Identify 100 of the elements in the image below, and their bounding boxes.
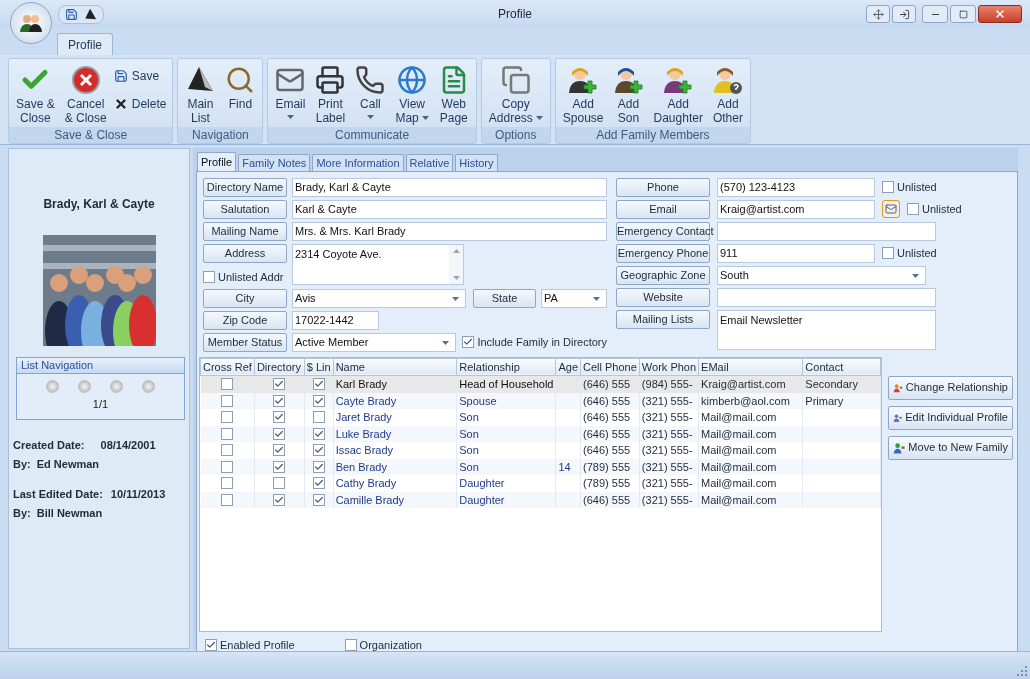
ribbon-button[interactable]: Call xyxy=(350,59,391,127)
ribbon-button[interactable]: Save & Close xyxy=(11,59,60,127)
combo-field[interactable]: Avis xyxy=(292,288,466,308)
table-row[interactable]: Jaret Brady Son (646) 555 (321) 555- Mail@mail.com xyxy=(200,409,881,426)
ribbon-button[interactable]: Add Spouse xyxy=(557,59,609,127)
checkbox[interactable] xyxy=(312,378,325,391)
table-row[interactable]: Cathy Brady Daughter (789) 555 (321) 555- Mail@mail.com xyxy=(200,475,881,492)
field-label-button[interactable]: State xyxy=(473,288,536,308)
field-label-button[interactable]: Address xyxy=(203,244,287,263)
combo-field[interactable]: PA xyxy=(541,288,607,308)
column-header[interactable]: Name xyxy=(333,358,457,376)
checkbox[interactable] xyxy=(344,638,357,651)
ribbon-button[interactable]: Web Page xyxy=(433,59,474,127)
checkbox[interactable] xyxy=(907,203,919,216)
field-label-button[interactable]: Email xyxy=(616,200,710,219)
checkbox[interactable] xyxy=(221,493,234,506)
action-button[interactable]: Edit Individual Profile xyxy=(888,405,1013,430)
text-field[interactable]: 17022-1442 xyxy=(292,310,379,330)
checkbox[interactable] xyxy=(312,444,325,457)
ribbon-button[interactable]: Main List xyxy=(180,59,221,127)
checkbox[interactable] xyxy=(273,394,286,407)
ribbon-button[interactable]: Find xyxy=(220,59,261,127)
checkbox[interactable] xyxy=(221,477,234,490)
field-label-button[interactable]: Salutation xyxy=(203,200,287,219)
text-field[interactable]: 911 xyxy=(717,244,875,263)
field-label-button[interactable]: Zip Code xyxy=(203,310,287,330)
checkbox[interactable] xyxy=(205,638,217,651)
text-field[interactable] xyxy=(717,222,936,241)
checkbox[interactable] xyxy=(221,444,234,457)
field-label-button[interactable]: Geographic Zone xyxy=(616,266,710,285)
checkbox[interactable] xyxy=(312,394,325,407)
move-button[interactable] xyxy=(866,5,890,23)
text-field[interactable]: Mrs. & Mrs. Karl Brady xyxy=(292,222,607,241)
dropdown-arrow-icon[interactable] xyxy=(593,296,600,301)
ribbon-button[interactable]: Add Daughter xyxy=(648,59,708,127)
column-header[interactable]: Age xyxy=(555,358,581,376)
field-label-button[interactable]: Mailing Lists xyxy=(616,310,710,329)
dropdown-arrow-icon[interactable] xyxy=(442,340,450,345)
column-header[interactable]: EMail xyxy=(698,358,803,376)
checkbox[interactable] xyxy=(273,378,286,391)
ribbon-button[interactable]: Copy Address xyxy=(483,59,548,127)
combo-field[interactable]: Active Member xyxy=(292,332,457,352)
action-button[interactable]: Change Relationship xyxy=(888,375,1013,400)
text-field[interactable]: Brady, Karl & Cayte xyxy=(292,178,607,197)
checkbox[interactable] xyxy=(312,477,325,490)
checkbox[interactable] xyxy=(273,477,286,490)
ribbon-button[interactable]: Delete xyxy=(111,93,169,115)
checkbox[interactable] xyxy=(273,493,286,506)
checkbox[interactable] xyxy=(221,427,234,440)
checkbox[interactable] xyxy=(221,378,234,391)
checkbox[interactable] xyxy=(273,411,286,424)
checkbox[interactable] xyxy=(221,411,234,424)
save-icon[interactable] xyxy=(65,7,78,21)
tab[interactable]: Profile xyxy=(197,152,237,171)
combo-field[interactable]: South xyxy=(717,266,926,285)
tab[interactable]: More Information xyxy=(312,154,404,171)
field-label-button[interactable]: Directory Name xyxy=(203,178,287,197)
ribbon-button[interactable]: View Map xyxy=(390,59,434,127)
ribbon-button[interactable]: Add Other xyxy=(707,59,748,127)
ribbon-button[interactable]: Add Son xyxy=(608,59,649,127)
pyramid-icon[interactable] xyxy=(84,7,97,21)
address-field[interactable]: 2314 Coyote Ave. xyxy=(292,244,464,285)
column-header[interactable]: Work Phon xyxy=(639,358,699,376)
checkbox[interactable] xyxy=(312,411,325,424)
checkbox[interactable] xyxy=(273,427,286,440)
text-field[interactable]: Kraig@artist.com xyxy=(717,200,875,219)
checkbox[interactable] xyxy=(312,460,325,473)
scrollbar[interactable] xyxy=(449,245,463,284)
checkbox[interactable] xyxy=(462,336,475,348)
scroll-up-icon[interactable] xyxy=(452,249,460,253)
restore-button[interactable] xyxy=(892,5,916,23)
checkbox[interactable] xyxy=(273,460,286,473)
close-button[interactable] xyxy=(978,5,1022,23)
column-header[interactable]: Cell Phone xyxy=(580,358,640,376)
field-label-button[interactable]: Phone xyxy=(616,178,710,197)
mailing-lists-field[interactable]: Email Newsletter xyxy=(717,310,936,350)
column-header[interactable]: Directory xyxy=(254,358,305,376)
text-field[interactable]: Karl & Cayte xyxy=(292,200,607,219)
checkbox[interactable] xyxy=(203,271,215,284)
column-header[interactable]: Cross Ref xyxy=(200,358,255,376)
checkbox[interactable] xyxy=(312,493,325,506)
column-header[interactable]: Contact xyxy=(802,358,881,376)
checkbox[interactable] xyxy=(312,427,325,440)
checkbox[interactable] xyxy=(221,394,234,407)
checkbox[interactable] xyxy=(882,181,894,194)
ribbon-button[interactable]: Print Label xyxy=(310,59,351,127)
tab[interactable]: History xyxy=(455,154,498,171)
tab[interactable]: Family Notes xyxy=(238,154,311,171)
field-label-button[interactable]: Emergency Phone xyxy=(616,244,710,263)
text-field[interactable] xyxy=(717,288,936,307)
field-label-button[interactable]: Member Status xyxy=(203,332,287,352)
column-header[interactable]: $ Lin xyxy=(304,358,334,376)
text-field[interactable]: (570) 123-4123 xyxy=(717,178,875,197)
dropdown-arrow-icon[interactable] xyxy=(452,296,459,301)
ribbon-button[interactable]: Save xyxy=(111,65,169,87)
field-label-button[interactable]: Website xyxy=(616,288,710,307)
checkbox[interactable] xyxy=(882,247,894,260)
ribbon-button[interactable]: Cancel & Close xyxy=(59,59,112,127)
column-header[interactable]: Relationship xyxy=(456,358,556,376)
action-button[interactable]: Move to New Family xyxy=(888,435,1013,460)
